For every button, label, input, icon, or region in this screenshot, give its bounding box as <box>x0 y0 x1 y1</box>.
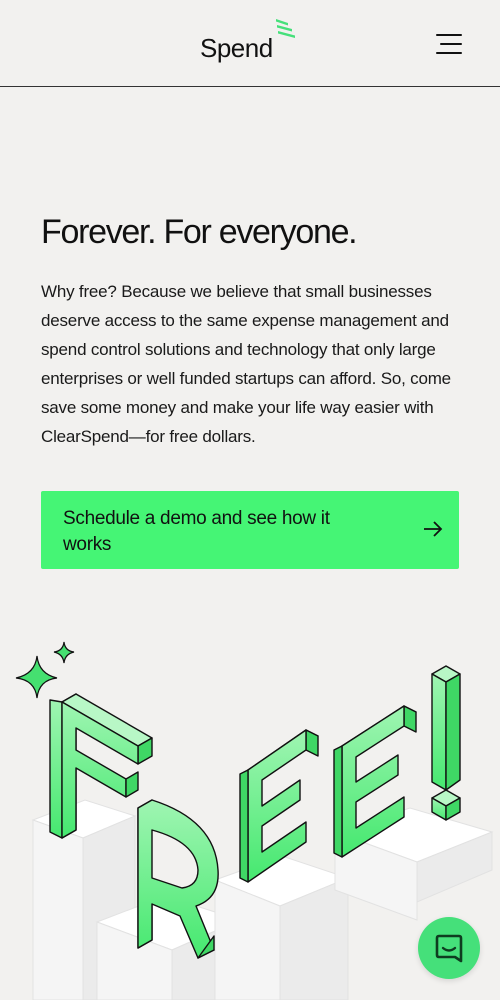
sparkle-icon <box>15 641 75 699</box>
menu-button[interactable] <box>432 31 462 57</box>
logo-mark-icon <box>276 19 295 38</box>
letter-exclamation <box>431 665 461 821</box>
menu-line <box>440 43 462 45</box>
schedule-demo-label: Schedule a demo and see how it works <box>63 508 330 555</box>
hero-body: Why free? Because we believe that small … <box>41 282 451 446</box>
logo-text: Spend <box>200 33 273 63</box>
pedestal <box>333 807 494 921</box>
schedule-demo-button[interactable]: Schedule a demo and see how it works <box>41 491 459 569</box>
hero-title: Forever. For everyone. <box>41 213 358 251</box>
pedestal <box>213 855 350 1000</box>
site-header: Spend <box>0 0 500 87</box>
menu-line <box>436 34 462 36</box>
letter-e <box>239 729 319 883</box>
menu-line <box>436 52 462 54</box>
arrow-right-icon <box>424 521 443 537</box>
chat-button[interactable] <box>418 917 480 979</box>
chat-bubble-icon <box>435 934 463 963</box>
logo[interactable]: Spend <box>200 18 300 68</box>
